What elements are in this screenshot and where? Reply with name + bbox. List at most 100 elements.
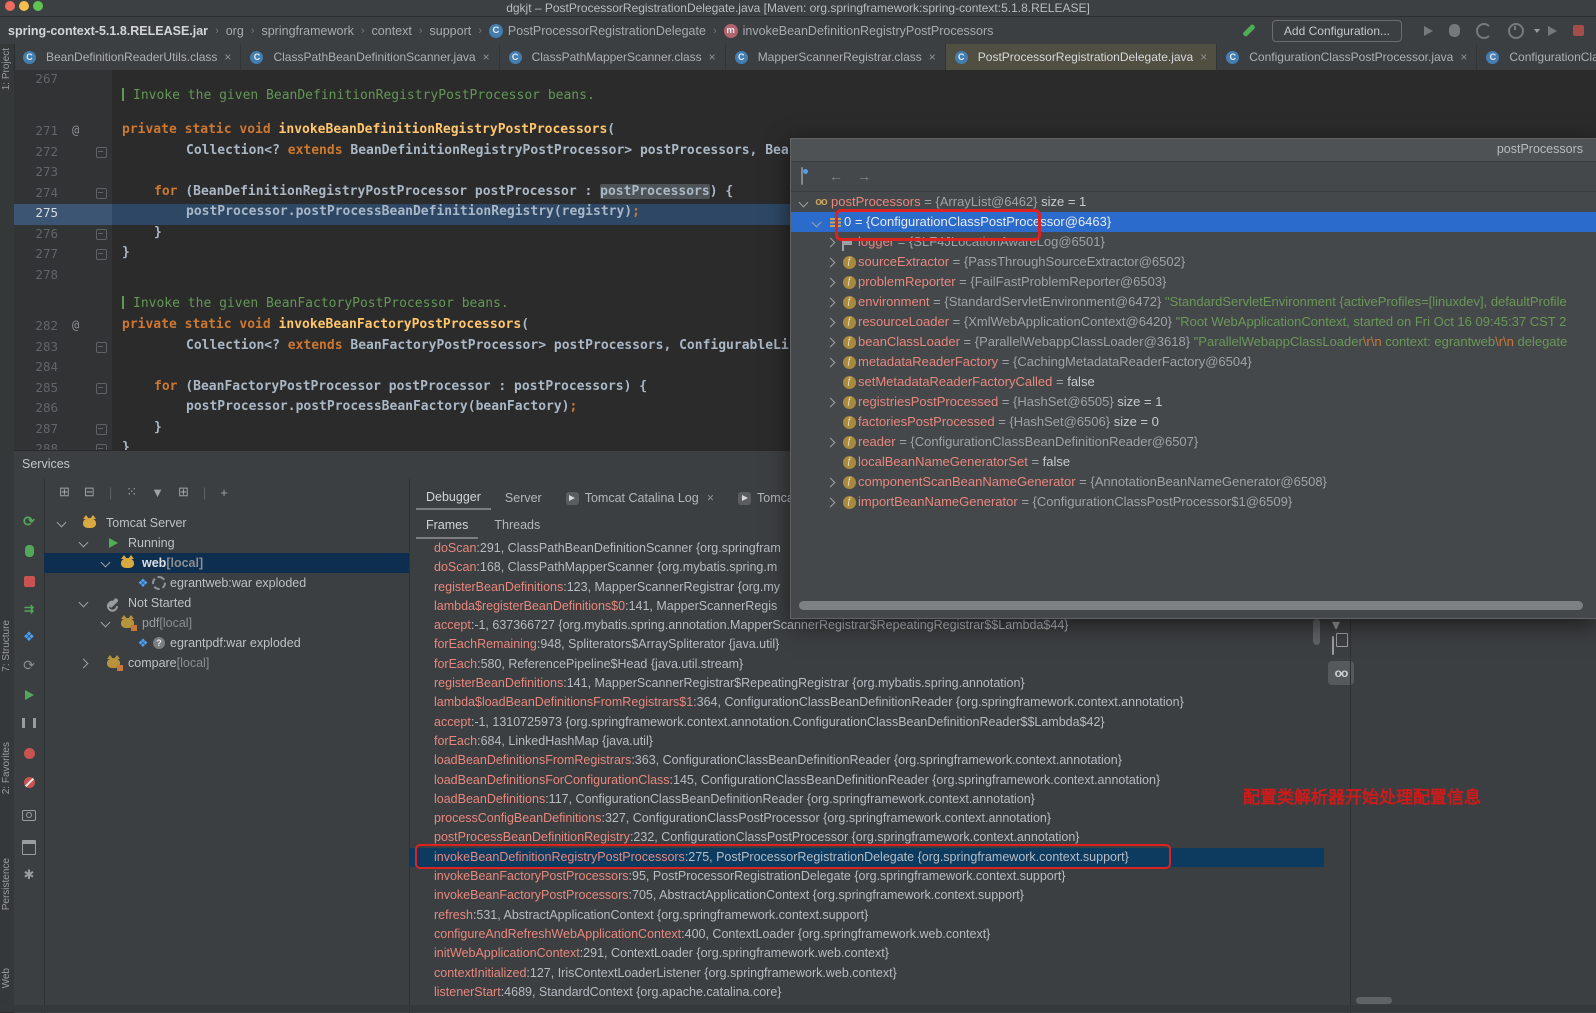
close-tab-icon[interactable]: × <box>709 50 716 64</box>
services-tree-row[interactable]: ?❖egrantpdf:war exploded <box>44 633 409 653</box>
stack-frame-row[interactable]: registerBeanDefinitions:141, MapperScann… <box>410 674 1324 693</box>
add-configuration-button[interactable]: Add Configuration... <box>1272 20 1402 42</box>
subtab-frames[interactable]: Frames <box>416 515 478 539</box>
breadcrumb-item[interactable]: springframework <box>261 24 353 38</box>
code-line[interactable] <box>14 109 1596 122</box>
layout-settings-icon[interactable] <box>22 840 36 855</box>
deploy-arrows-icon[interactable]: ⇉ <box>24 602 34 616</box>
chevron-right-icon[interactable] <box>826 498 836 508</box>
fold-marker-icon[interactable] <box>96 147 107 158</box>
stack-frame-row[interactable]: lambda$loadBeanDefinitionsFromRegistrars… <box>410 693 1324 712</box>
variable-row[interactable]: fcomponentScanBeanNameGenerator = {Annot… <box>791 472 1596 492</box>
close-tab-icon[interactable]: × <box>707 491 714 505</box>
variable-row[interactable]: fproblemReporter = {FailFastProblemRepor… <box>791 272 1596 292</box>
stack-frame-row[interactable]: accept:-1, 637366727 {org.mybatis.spring… <box>410 616 1324 635</box>
group-by-icon[interactable]: ⁙ <box>126 484 137 500</box>
stack-frame-row[interactable]: processConfigBeanDefinitions:327, Config… <box>410 809 1324 828</box>
chevron-down-icon[interactable] <box>101 618 111 628</box>
chevron-down-icon[interactable] <box>79 598 89 608</box>
breadcrumb-item[interactable]: invokeBeanDefinitionRegistryPostProcesso… <box>743 24 994 38</box>
copy-icon[interactable] <box>1332 637 1334 655</box>
chevron-right-icon[interactable] <box>826 298 836 308</box>
stack-frame-row[interactable]: refresh:531, AbstractApplicationContext … <box>410 906 1324 925</box>
debug-restart-icon[interactable] <box>25 545 34 557</box>
variable-row[interactable]: fsetMetadataReaderFactoryCalled = false <box>791 372 1596 392</box>
collapse-all-icon[interactable]: ⊟ <box>84 484 95 500</box>
stack-frame-row[interactable]: configureAndRefreshWebApplicationContext… <box>410 925 1324 944</box>
right-panel-scrollbar[interactable] <box>1356 997 1392 1004</box>
resume-program-icon[interactable] <box>25 690 34 700</box>
code-line[interactable]: 267 <box>14 70 1596 88</box>
editor-tab[interactable]: CClassPathMapperScanner.class× <box>500 44 726 70</box>
tool-window-stripe-button[interactable]: Persistence <box>1 858 12 910</box>
tool-window-stripe-button[interactable]: 2: Favorites <box>1 742 12 794</box>
chevron-right-icon[interactable] <box>826 398 836 408</box>
chevron-down-icon[interactable] <box>79 538 89 548</box>
chevron-right-icon[interactable] <box>826 438 836 448</box>
chevron-right-icon[interactable] <box>826 358 836 368</box>
debugger-tab[interactable]: Debugger <box>416 486 491 510</box>
run-secondary-icon[interactable] <box>1548 26 1557 36</box>
deploy-all-icon[interactable]: ❖ <box>23 629 35 645</box>
build-hammer-icon[interactable] <box>1242 24 1255 37</box>
fold-marker-icon[interactable] <box>96 342 107 353</box>
add-service-icon[interactable]: + <box>220 485 228 500</box>
subtab-threads[interactable]: Threads <box>484 515 550 539</box>
services-tree-row[interactable]: ❖egrantweb:war exploded <box>44 573 409 593</box>
variable-row[interactable]: fbeanClassLoader = {ParallelWebappClassL… <box>791 332 1596 352</box>
chevron-right-icon[interactable] <box>826 318 836 328</box>
filter-icon[interactable]: ▼ <box>151 485 164 500</box>
editor-tab[interactable]: CClassPathBeanDefinitionScanner.java× <box>241 44 499 70</box>
services-tree-row[interactable]: Running <box>44 533 409 553</box>
services-tree-row[interactable]: compare [local] <box>44 653 409 673</box>
stack-frame-row[interactable]: loadBeanDefinitions:117, ConfigurationCl… <box>410 790 1324 809</box>
chevron-down-icon[interactable] <box>799 198 809 208</box>
breadcrumb-item[interactable]: support <box>430 24 472 38</box>
chevron-right-icon[interactable] <box>826 258 836 268</box>
add-frame-icon[interactable]: ⊞ <box>178 484 189 500</box>
chevron-right-icon[interactable] <box>826 238 836 248</box>
stop-icon[interactable] <box>24 576 35 587</box>
settings-gear-icon[interactable]: ✱ <box>24 867 35 883</box>
tool-window-stripe-button[interactable]: 1: Project <box>1 48 12 90</box>
services-tree-row[interactable]: pdf [local] <box>44 613 409 633</box>
editor-tab[interactable]: CConfigurationClassBeanDefinitionReader.… <box>1477 44 1596 70</box>
close-tab-icon[interactable]: × <box>929 50 936 64</box>
stack-frame-row[interactable]: invokeBeanFactoryPostProcessors:705, Abs… <box>410 886 1324 905</box>
stack-frame-row[interactable]: initWebApplicationContext:291, ContextLo… <box>410 944 1324 963</box>
fold-marker-icon[interactable] <box>96 424 107 435</box>
editor-tab[interactable]: CPostProcessorRegistrationDelegate.java× <box>946 44 1217 70</box>
services-tree-row[interactable]: Tomcat Server <box>44 513 409 533</box>
stack-frame-row[interactable]: listenerStart:4689, StandardContext {org… <box>410 983 1324 1002</box>
expand-all-icon[interactable]: ⊞ <box>59 484 70 500</box>
variables-popup-header[interactable]: postProcessors <box>791 139 1596 162</box>
variable-row[interactable]: flocalBeanNameGeneratorSet = false <box>791 452 1596 472</box>
fold-marker-icon[interactable] <box>96 249 107 260</box>
chevron-down-icon[interactable] <box>101 558 111 568</box>
variable-row[interactable]: ffactoriesPostProcessed = {HashSet@6506}… <box>791 412 1596 432</box>
tool-window-stripe-button[interactable]: 7: Structure <box>1 620 12 672</box>
debugger-tab[interactable]: Tomcat Catalina Log× <box>556 487 724 509</box>
close-tab-icon[interactable]: × <box>1460 50 1467 64</box>
editor-tab[interactable]: CBeanDefinitionReaderUtils.class× <box>14 44 241 70</box>
stack-frame-row[interactable]: contextInitialized:127, IrisContextLoade… <box>410 964 1324 983</box>
stack-frame-row[interactable]: forEachRemaining:948, Spliterators$Array… <box>410 635 1324 654</box>
variable-row[interactable]: fsourceExtractor = {PassThroughSourceExt… <box>791 252 1596 272</box>
breadcrumb-item[interactable]: spring-context-5.1.8.RELEASE.jar <box>8 24 208 38</box>
forward-arrow-icon[interactable]: → <box>857 168 871 184</box>
stack-frame-row[interactable]: forEach:684, LinkedHashMap {java.util} <box>410 732 1324 751</box>
run-button-icon[interactable] <box>1424 26 1433 36</box>
frames-vertical-scrollbar[interactable] <box>1313 619 1320 645</box>
variable-row[interactable]: freader = {ConfigurationClassBeanDefinit… <box>791 432 1596 452</box>
refresh-icon[interactable]: ⟳ <box>23 657 35 674</box>
close-tab-icon[interactable]: × <box>224 50 231 64</box>
services-tree-row[interactable]: Not Started <box>44 593 409 613</box>
mute-breakpoints-icon[interactable] <box>24 777 35 788</box>
stop-button-icon[interactable] <box>1573 25 1584 36</box>
pause-program-icon[interactable] <box>22 718 36 728</box>
code-line[interactable]: Invoke the given BeanDefinitionRegistryP… <box>14 88 1596 109</box>
variable-row[interactable]: fimportBeanNameGenerator = {Configuratio… <box>791 492 1596 512</box>
coverage-button-icon[interactable] <box>1476 23 1492 39</box>
variable-row[interactable]: fregistriesPostProcessed = {HashSet@6505… <box>791 392 1596 412</box>
view-as-icon[interactable] <box>801 168 803 184</box>
